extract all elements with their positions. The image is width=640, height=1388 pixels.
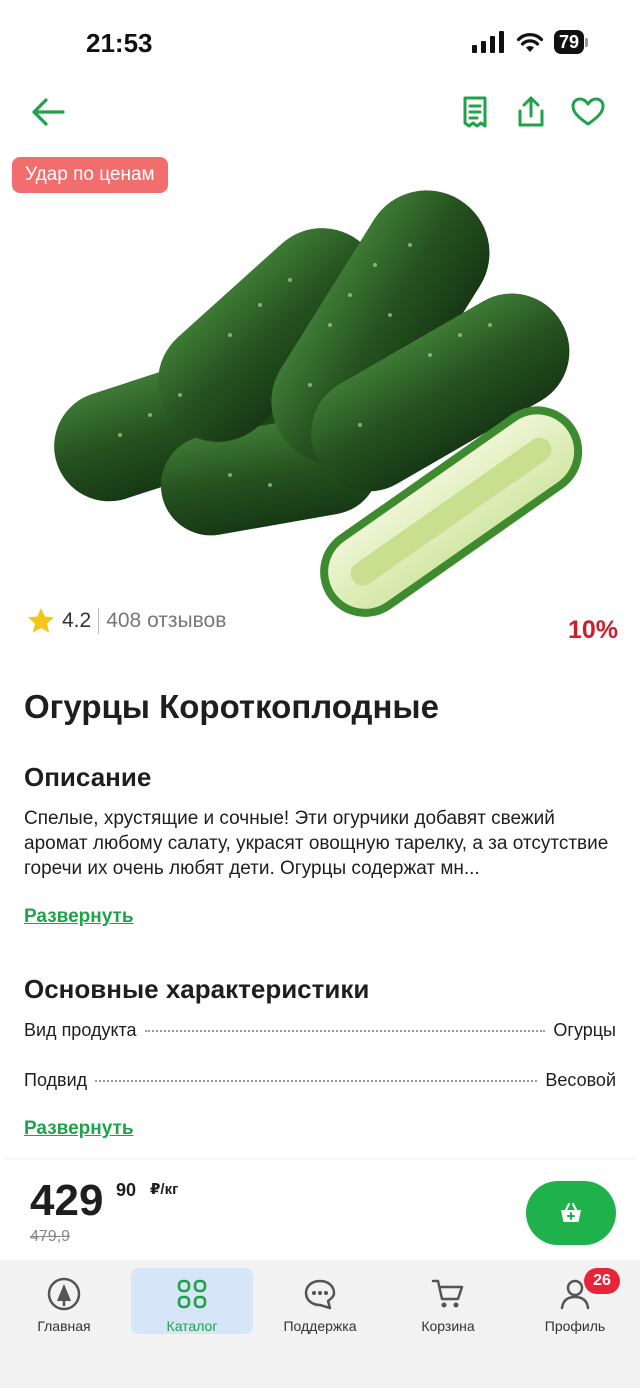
battery-level: 79: [553, 30, 584, 54]
home-logo-icon: [47, 1277, 81, 1311]
status-bar: 21:53 79: [0, 0, 640, 80]
tab-support-label: Поддержка: [283, 1318, 357, 1334]
tab-catalog-icon-wrap: [177, 1274, 207, 1314]
spec-name: Вид продукта: [24, 1020, 137, 1040]
share-button[interactable]: [507, 88, 555, 136]
discount-label: 10%: [567, 616, 618, 644]
battery-tip: [585, 37, 588, 47]
spec-dots: [95, 1080, 538, 1082]
heart-icon: [571, 97, 605, 126]
status-time: 21:53: [86, 28, 153, 58]
description-expand-link[interactable]: Развернуть: [24, 906, 134, 928]
bottom-tab-bar: Главная Каталог Поддержка Корзина Профил…: [0, 1260, 640, 1388]
tab-catalog[interactable]: Каталог: [131, 1268, 253, 1334]
cart-icon: [431, 1279, 464, 1308]
product-image: [54, 190, 583, 617]
tab-profile-label: Профиль: [544, 1318, 606, 1334]
spec-name: Подвид: [24, 1070, 88, 1090]
star-icon: [28, 608, 54, 633]
top-navigation: [0, 88, 640, 138]
basket-add-icon: [561, 1203, 581, 1222]
tab-cart[interactable]: Корзина: [387, 1268, 509, 1334]
specs-expand-link[interactable]: Развернуть: [24, 1118, 134, 1140]
add-to-cart-button[interactable]: [526, 1181, 616, 1245]
rating-score: 4.2: [62, 609, 92, 632]
tab-support-icon-wrap: [303, 1274, 337, 1314]
tab-support[interactable]: Поддержка: [259, 1268, 381, 1334]
tab-cart-icon-wrap: [431, 1274, 465, 1314]
price-bar: 429 90 ₽/кг 479,9: [0, 1160, 640, 1260]
product-title: Огурцы Короткоплодные: [24, 688, 439, 725]
spec-row: Вид продукта Огурцы: [24, 1020, 616, 1041]
rating-row[interactable]: 4.2 408 отзывов: [26, 606, 226, 636]
receipt-icon: [463, 96, 487, 128]
product-description: Спелые, хрустящие и сочные! Эти огурчики…: [24, 808, 609, 879]
favorite-button[interactable]: [564, 88, 612, 136]
receipt-button[interactable]: [451, 88, 499, 136]
spec-value: Весовой: [545, 1070, 616, 1090]
tab-home-icon-wrap: [47, 1274, 81, 1314]
price-kopecks: 90: [116, 1180, 137, 1200]
wifi-icon: [516, 33, 544, 52]
battery-indicator: 79: [553, 30, 588, 54]
rating-divider: [98, 608, 100, 634]
profile-notification-badge: 26: [584, 1268, 620, 1294]
reviews-count: 408 отзывов: [106, 609, 227, 632]
old-price: 479,9: [30, 1228, 71, 1245]
price-rubles: 429: [30, 1176, 104, 1225]
support-chat-icon: [304, 1279, 336, 1310]
cellular-signal-icon: [471, 31, 504, 53]
spec-row: Подвид Весовой: [24, 1070, 616, 1091]
tab-home-label: Главная: [37, 1318, 91, 1334]
price-unit: ₽/кг: [150, 1181, 179, 1198]
specs-heading: Основные характеристики: [24, 974, 370, 1004]
tab-cart-label: Корзина: [421, 1318, 475, 1334]
description-heading: Описание: [24, 762, 152, 792]
catalog-grid-icon: [177, 1279, 207, 1309]
tab-home[interactable]: Главная: [3, 1268, 125, 1334]
spec-dots: [144, 1030, 546, 1032]
arrow-left-icon: [32, 98, 65, 126]
back-button[interactable]: [24, 88, 72, 136]
spec-value: Огурцы: [553, 1020, 616, 1040]
status-icons: 79: [471, 30, 588, 54]
tab-catalog-label: Каталог: [166, 1318, 218, 1334]
share-icon: [518, 96, 544, 127]
